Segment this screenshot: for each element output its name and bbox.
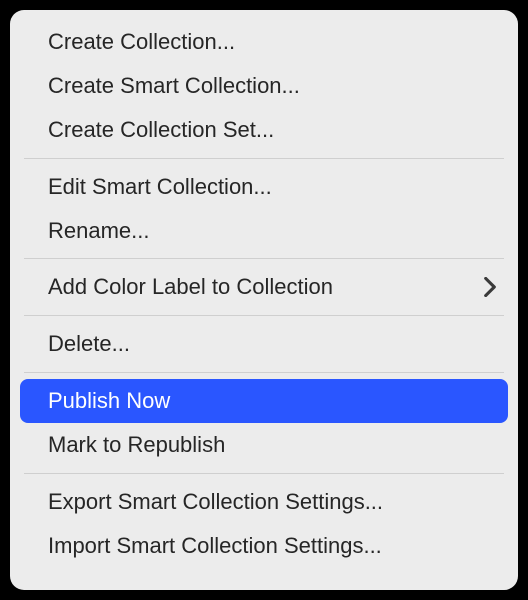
menu-item-publish-now[interactable]: Publish Now (20, 379, 508, 423)
menu-item-create-collection-set[interactable]: Create Collection Set... (10, 108, 518, 152)
menu-item-label: Export Smart Collection Settings... (48, 486, 383, 518)
menu-item-add-color-label[interactable]: Add Color Label to Collection (10, 265, 518, 309)
menu-separator (24, 158, 504, 159)
menu-item-label: Rename... (48, 215, 150, 247)
menu-separator (24, 315, 504, 316)
menu-item-delete[interactable]: Delete... (10, 322, 518, 366)
menu-item-label: Create Smart Collection... (48, 70, 300, 102)
menu-item-label: Import Smart Collection Settings... (48, 530, 382, 562)
menu-item-label: Edit Smart Collection... (48, 171, 272, 203)
chevron-right-icon (484, 277, 496, 297)
menu-separator (24, 473, 504, 474)
context-menu: Create Collection... Create Smart Collec… (10, 10, 518, 590)
menu-item-create-smart-collection[interactable]: Create Smart Collection... (10, 64, 518, 108)
menu-item-label: Create Collection... (48, 26, 235, 58)
menu-item-label: Create Collection Set... (48, 114, 274, 146)
menu-item-import-smart-collection-settings[interactable]: Import Smart Collection Settings... (10, 524, 518, 568)
menu-item-label: Add Color Label to Collection (48, 271, 333, 303)
menu-item-export-smart-collection-settings[interactable]: Export Smart Collection Settings... (10, 480, 518, 524)
menu-item-rename[interactable]: Rename... (10, 209, 518, 253)
menu-item-create-collection[interactable]: Create Collection... (10, 20, 518, 64)
menu-item-mark-to-republish[interactable]: Mark to Republish (10, 423, 518, 467)
menu-separator (24, 258, 504, 259)
menu-separator (24, 372, 504, 373)
menu-item-label: Mark to Republish (48, 429, 225, 461)
menu-item-label: Publish Now (48, 385, 170, 417)
menu-item-edit-smart-collection[interactable]: Edit Smart Collection... (10, 165, 518, 209)
menu-item-label: Delete... (48, 328, 130, 360)
